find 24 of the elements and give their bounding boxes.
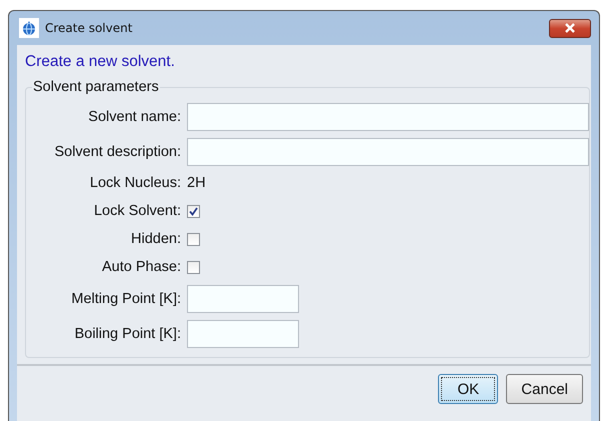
window-title: Create solvent [45, 21, 134, 35]
field-value: 2H [187, 175, 206, 191]
close-button[interactable] [549, 18, 591, 38]
number-field[interactable] [187, 320, 299, 348]
checkbox[interactable] [187, 260, 200, 274]
field-label: Lock Nucleus: [88, 175, 181, 191]
field-label: Lock Solvent: [92, 203, 181, 219]
field-label: Solvent description: [53, 144, 181, 160]
number-field[interactable] [187, 284, 299, 312]
field-label: Boiling Point [K]: [74, 326, 181, 342]
field-label: Hidden: [130, 231, 181, 247]
dialog-button[interactable]: OK [438, 374, 498, 404]
field-label: Auto Phase: [101, 259, 181, 275]
text-field[interactable] [187, 102, 589, 130]
dialog-button[interactable]: Cancel [506, 374, 583, 404]
close-icon [564, 23, 576, 33]
checkbox[interactable] [187, 204, 200, 218]
globe-icon [19, 18, 39, 38]
text-field[interactable] [187, 138, 589, 166]
group-title: Solvent parameters [32, 79, 160, 95]
field-label: Solvent name: [87, 108, 181, 124]
dialog-heading: Create a new solvent. [25, 53, 176, 71]
checkbox[interactable] [187, 232, 200, 246]
field-label: Melting Point [K]: [70, 290, 181, 306]
